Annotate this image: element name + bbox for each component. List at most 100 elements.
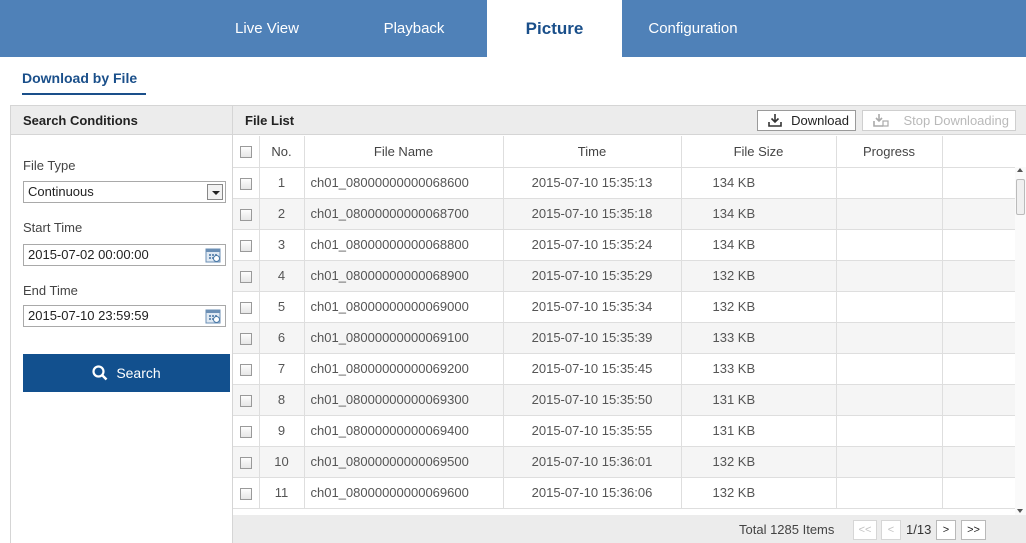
file-time: 2015-07-10 15:35:29 <box>503 260 682 292</box>
download-by-file-tab[interactable]: Download by File <box>22 70 146 96</box>
search-icon <box>92 365 108 381</box>
file-name: ch01_08000000000069400 <box>304 415 504 447</box>
row-checkbox[interactable] <box>239 363 252 376</box>
select-all-checkbox[interactable] <box>239 146 252 159</box>
file-size: 132 KB <box>681 291 837 323</box>
file-list-header: File List Download Stop Downloading <box>233 106 1026 135</box>
file-name: ch01_08000000000068600 <box>304 167 504 199</box>
search-button[interactable]: Search <box>23 354 230 392</box>
start-time-field[interactable]: 2015-07-02 00:00:00 <box>23 244 226 266</box>
file-name: ch01_08000000000069600 <box>304 477 504 509</box>
row-checkbox[interactable] <box>239 270 252 283</box>
start-time-label: Start Time <box>23 220 83 235</box>
row-checkbox[interactable] <box>239 425 252 438</box>
file-table: No. File Name Time File Size Progress 1 … <box>233 136 1026 509</box>
file-name: ch01_08000000000069500 <box>304 446 504 478</box>
row-spacer <box>942 291 1026 323</box>
file-name: ch01_08000000000068700 <box>304 198 504 230</box>
active-tab-underline <box>22 93 146 95</box>
file-time: 2015-07-10 15:35:45 <box>503 353 682 385</box>
file-progress <box>836 446 943 478</box>
file-progress <box>836 291 943 323</box>
file-progress <box>836 384 943 416</box>
row-number: 11 <box>259 477 305 509</box>
row-spacer <box>942 260 1026 292</box>
tab-configuration[interactable]: Configuration <box>637 0 749 57</box>
search-conditions-panel: Search Conditions File Type Continuous S… <box>10 105 233 543</box>
file-size: 132 KB <box>681 477 837 509</box>
row-checkbox[interactable] <box>239 456 252 469</box>
tab-live-view[interactable]: Live View <box>218 0 316 57</box>
row-number: 8 <box>259 384 305 416</box>
row-number: 9 <box>259 415 305 447</box>
first-page-button[interactable]: << <box>853 520 877 540</box>
file-name: ch01_08000000000069100 <box>304 322 504 354</box>
file-time: 2015-07-10 15:35:50 <box>503 384 682 416</box>
row-checkbox[interactable] <box>239 208 252 221</box>
table-row[interactable]: 2 ch01_08000000000068700 2015-07-10 15:3… <box>233 198 1026 230</box>
file-time: 2015-07-10 15:36:01 <box>503 446 682 478</box>
row-spacer <box>942 229 1026 261</box>
file-type-select[interactable]: Continuous <box>23 181 226 203</box>
tab-picture[interactable]: Picture <box>487 0 622 57</box>
table-scrollbar[interactable] <box>1015 167 1026 515</box>
row-checkbox[interactable] <box>239 332 252 345</box>
stop-downloading-button[interactable]: Stop Downloading <box>862 110 1016 131</box>
table-row[interactable]: 1 ch01_08000000000068600 2015-07-10 15:3… <box>233 167 1026 199</box>
row-checkbox[interactable] <box>239 301 252 314</box>
scroll-up-icon[interactable] <box>1017 168 1023 172</box>
page-title: Download by File <box>22 70 138 86</box>
file-size: 132 KB <box>681 260 837 292</box>
last-page-button[interactable]: >> <box>961 520 986 540</box>
table-row[interactable]: 5 ch01_08000000000069000 2015-07-10 15:3… <box>233 291 1026 323</box>
table-row[interactable]: 8 ch01_08000000000069300 2015-07-10 15:3… <box>233 384 1026 416</box>
next-page-button[interactable]: > <box>936 520 956 540</box>
end-time-value: 2015-07-10 23:59:59 <box>28 308 149 323</box>
stop-downloading-label: Stop Downloading <box>903 113 1009 128</box>
row-number: 7 <box>259 353 305 385</box>
calendar-icon[interactable] <box>205 308 221 324</box>
file-time: 2015-07-10 15:35:39 <box>503 322 682 354</box>
file-type-value: Continuous <box>28 184 94 199</box>
file-time: 2015-07-10 15:35:18 <box>503 198 682 230</box>
row-spacer <box>942 322 1026 354</box>
file-size: 131 KB <box>681 415 837 447</box>
row-spacer <box>942 384 1026 416</box>
tab-playback[interactable]: Playback <box>360 0 468 57</box>
table-row[interactable]: 10 ch01_08000000000069500 2015-07-10 15:… <box>233 446 1026 478</box>
end-time-field[interactable]: 2015-07-10 23:59:59 <box>23 305 226 327</box>
prev-page-button[interactable]: < <box>881 520 901 540</box>
scrollbar-thumb[interactable] <box>1016 179 1025 215</box>
row-number: 3 <box>259 229 305 261</box>
row-checkbox[interactable] <box>239 394 252 407</box>
scroll-down-icon[interactable] <box>1017 509 1023 513</box>
row-spacer <box>942 198 1026 230</box>
table-row[interactable]: 7 ch01_08000000000069200 2015-07-10 15:3… <box>233 353 1026 385</box>
file-name: ch01_08000000000069300 <box>304 384 504 416</box>
file-size: 133 KB <box>681 353 837 385</box>
calendar-icon[interactable] <box>205 247 221 263</box>
file-progress <box>836 167 943 199</box>
table-row[interactable]: 9 ch01_08000000000069400 2015-07-10 15:3… <box>233 415 1026 447</box>
row-checkbox[interactable] <box>239 239 252 252</box>
table-row[interactable]: 3 ch01_08000000000068800 2015-07-10 15:3… <box>233 229 1026 261</box>
file-progress <box>836 260 943 292</box>
file-size: 133 KB <box>681 322 837 354</box>
chevron-down-icon[interactable] <box>207 184 223 200</box>
table-row[interactable]: 4 ch01_08000000000068900 2015-07-10 15:3… <box>233 260 1026 292</box>
table-row[interactable]: 6 ch01_08000000000069100 2015-07-10 15:3… <box>233 322 1026 354</box>
row-number: 5 <box>259 291 305 323</box>
file-size: 134 KB <box>681 198 837 230</box>
table-header-row: No. File Name Time File Size Progress <box>233 136 1026 168</box>
row-checkbox[interactable] <box>239 487 252 500</box>
column-header-file-size: File Size <box>681 136 837 168</box>
file-progress <box>836 353 943 385</box>
row-spacer <box>942 167 1026 199</box>
file-list-panel: File List Download Stop Downloading No. … <box>233 105 1026 543</box>
table-row[interactable]: 11 ch01_08000000000069600 2015-07-10 15:… <box>233 477 1026 509</box>
row-number: 6 <box>259 322 305 354</box>
column-header-no: No. <box>259 136 305 168</box>
row-checkbox[interactable] <box>239 177 252 190</box>
download-button[interactable]: Download <box>757 110 856 131</box>
file-size: 134 KB <box>681 229 837 261</box>
